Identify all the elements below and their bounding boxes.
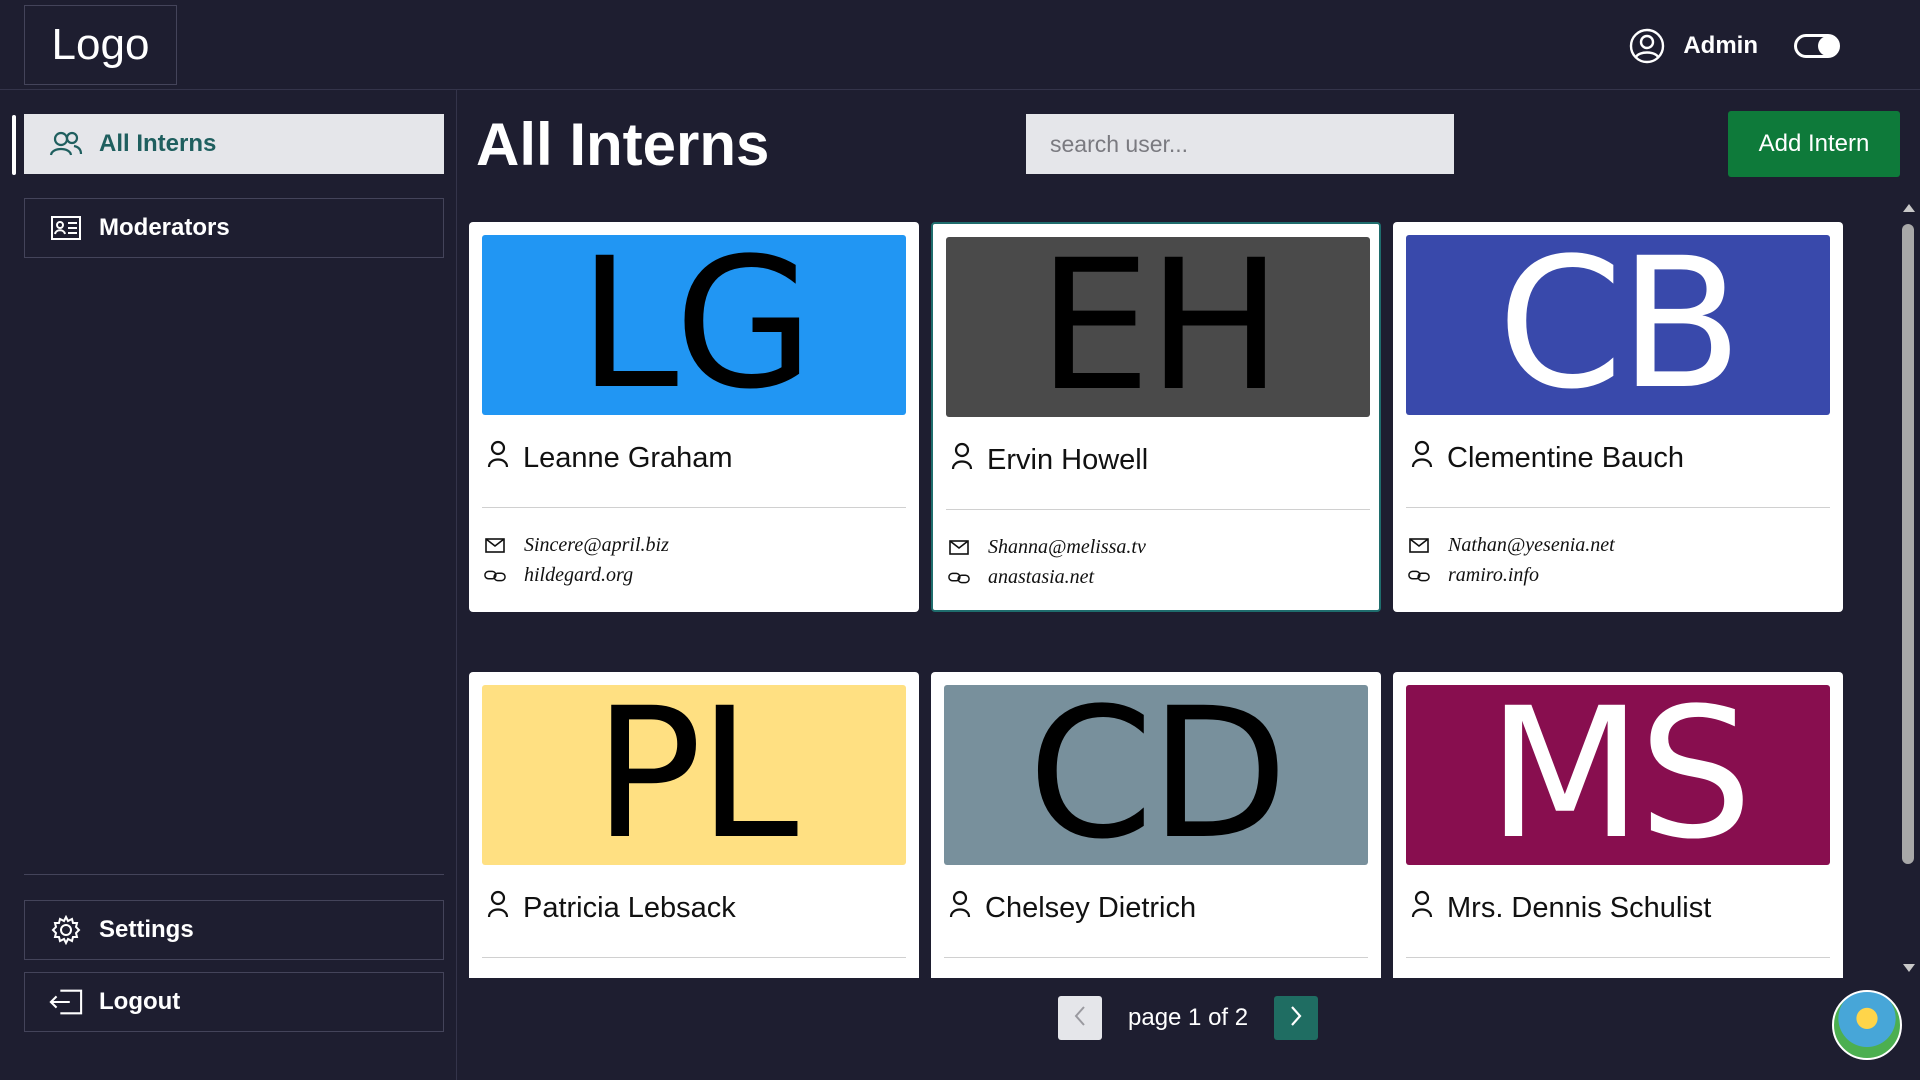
sidebar-item-settings[interactable]: Settings bbox=[24, 900, 444, 960]
card-divider bbox=[944, 957, 1368, 958]
user-name: Admin bbox=[1683, 32, 1758, 59]
intern-email-row: Shanna@melissa.tv bbox=[948, 536, 1146, 559]
intern-email[interactable]: Shanna@melissa.tv bbox=[988, 536, 1146, 559]
page-title: All Interns bbox=[476, 111, 770, 178]
sidebar-divider bbox=[24, 874, 444, 875]
intern-website-row: ramiro.info bbox=[1408, 564, 1539, 587]
search-input[interactable] bbox=[1026, 114, 1454, 174]
page-indicator: page 1 of 2 bbox=[1128, 1004, 1249, 1031]
prev-page-button[interactable] bbox=[1058, 996, 1102, 1040]
theme-toggle[interactable] bbox=[1794, 34, 1840, 58]
intern-name-row: Clementine Bauch bbox=[1411, 440, 1684, 476]
link-icon bbox=[948, 569, 970, 587]
intern-email[interactable]: Sincere@april.biz bbox=[524, 534, 669, 557]
intern-name-row: Mrs. Dennis Schulist bbox=[1411, 890, 1711, 926]
intern-email[interactable]: Nathan@yesenia.net bbox=[1448, 534, 1615, 557]
users-icon bbox=[49, 127, 83, 161]
logout-icon bbox=[49, 985, 83, 1019]
person-icon bbox=[951, 442, 973, 478]
sidebar-item-label: All Interns bbox=[99, 130, 217, 157]
card-divider bbox=[946, 509, 1370, 510]
sidebar-item-label: Logout bbox=[99, 988, 181, 1015]
intern-card[interactable]: EH Ervin Howell Shanna@melissa.tv anasta… bbox=[931, 222, 1381, 612]
person-icon bbox=[487, 890, 509, 926]
intern-website[interactable]: ramiro.info bbox=[1448, 564, 1539, 587]
intern-card[interactable]: PL Patricia Lebsack bbox=[469, 672, 919, 978]
card-divider bbox=[1406, 957, 1830, 958]
intern-email-row: Nathan@yesenia.net bbox=[1408, 534, 1615, 557]
intern-website[interactable]: hildegard.org bbox=[524, 564, 633, 587]
intern-name-row: Ervin Howell bbox=[951, 442, 1148, 478]
active-nav-marker bbox=[12, 115, 16, 175]
scroll-up-arrow-icon[interactable] bbox=[1903, 204, 1915, 212]
intern-avatar: EH bbox=[946, 237, 1370, 417]
intern-card[interactable]: CB Clementine Bauch Nathan@yesenia.net r… bbox=[1393, 222, 1843, 612]
user-circle-icon[interactable] bbox=[1627, 26, 1667, 66]
intern-avatar: CD bbox=[944, 685, 1368, 865]
card-divider bbox=[482, 957, 906, 958]
top-header: Logo Admin bbox=[0, 0, 1920, 90]
app-root: Logo Admin All Interns Moderators Settin… bbox=[0, 0, 1920, 1080]
next-page-button[interactable] bbox=[1274, 996, 1319, 1040]
intern-website[interactable]: anastasia.net bbox=[988, 566, 1094, 589]
card-divider bbox=[482, 507, 906, 508]
intern-name-row: Leanne Graham bbox=[487, 440, 733, 476]
intern-avatar: MS bbox=[1406, 685, 1830, 865]
intern-card[interactable]: LG Leanne Graham Sincere@april.biz hilde… bbox=[469, 222, 919, 612]
intern-card[interactable]: MS Mrs. Dennis Schulist bbox=[1393, 672, 1843, 978]
person-icon bbox=[487, 440, 509, 476]
link-icon bbox=[1408, 567, 1430, 585]
intern-name-row: Patricia Lebsack bbox=[487, 890, 736, 926]
intern-name: Clementine Bauch bbox=[1447, 441, 1684, 474]
intern-email-row: Sincere@april.biz bbox=[484, 534, 669, 557]
sidebar: All Interns Moderators Settings Logout bbox=[0, 90, 457, 1080]
link-icon bbox=[484, 567, 506, 585]
sidebar-item-logout[interactable]: Logout bbox=[24, 972, 444, 1032]
person-icon bbox=[1411, 440, 1433, 476]
add-intern-button[interactable]: Add Intern bbox=[1728, 111, 1900, 177]
id-card-icon bbox=[49, 211, 83, 245]
mail-icon bbox=[1408, 537, 1430, 555]
chevron-left-icon bbox=[1073, 1005, 1087, 1032]
sidebar-item-moderators[interactable]: Moderators bbox=[24, 198, 444, 258]
grid-scrollbar[interactable] bbox=[1896, 198, 1920, 978]
card-divider bbox=[1406, 507, 1830, 508]
scroll-down-arrow-icon[interactable] bbox=[1903, 964, 1915, 972]
intern-name-row: Chelsey Dietrich bbox=[949, 890, 1196, 926]
scroll-thumb[interactable] bbox=[1902, 224, 1914, 864]
intern-avatar: PL bbox=[482, 685, 906, 865]
intern-website-row: anastasia.net bbox=[948, 566, 1094, 589]
sidebar-item-label: Settings bbox=[99, 916, 194, 943]
user-area: Admin bbox=[1627, 24, 1840, 68]
intern-avatar: CB bbox=[1406, 235, 1830, 415]
intern-avatar: LG bbox=[482, 235, 906, 415]
interns-grid: LG Leanne Graham Sincere@april.biz hilde… bbox=[458, 198, 1900, 978]
intern-name: Chelsey Dietrich bbox=[985, 891, 1197, 924]
logo[interactable]: Logo bbox=[24, 5, 177, 85]
sidebar-item-all-interns[interactable]: All Interns bbox=[24, 114, 444, 174]
intern-card[interactable]: CD Chelsey Dietrich bbox=[931, 672, 1381, 978]
chevron-right-icon bbox=[1289, 1005, 1303, 1032]
person-icon bbox=[949, 890, 971, 926]
intern-name: Mrs. Dennis Schulist bbox=[1447, 891, 1712, 924]
toggle-knob bbox=[1818, 36, 1838, 56]
assistant-avatar[interactable] bbox=[1832, 990, 1902, 1060]
intern-name: Patricia Lebsack bbox=[523, 891, 736, 924]
pagination: page 1 of 2 bbox=[1058, 996, 1319, 1040]
mail-icon bbox=[484, 537, 506, 555]
person-icon bbox=[1411, 890, 1433, 926]
gear-icon bbox=[49, 913, 83, 947]
intern-name: Ervin Howell bbox=[987, 443, 1149, 476]
sidebar-item-label: Moderators bbox=[99, 214, 230, 241]
mail-icon bbox=[948, 539, 970, 557]
intern-website-row: hildegard.org bbox=[484, 564, 633, 587]
intern-name: Leanne Graham bbox=[523, 441, 733, 474]
